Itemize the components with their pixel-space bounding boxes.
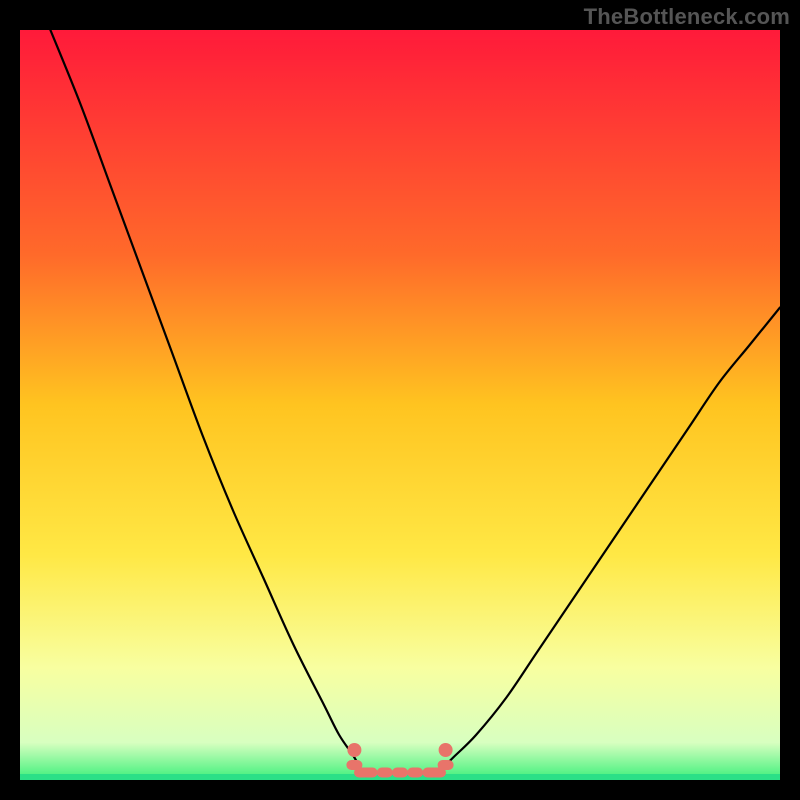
plot-area [20, 30, 780, 780]
floor-marker [362, 768, 378, 778]
chart-frame: TheBottleneck.com [0, 0, 800, 800]
floor-marker-cap [439, 743, 453, 757]
floor-marker [392, 768, 408, 778]
floor-marker [377, 768, 393, 778]
floor-marker [407, 768, 423, 778]
floor-marker [438, 760, 454, 770]
floor-marker-cap [347, 743, 361, 757]
chart-svg [20, 30, 780, 780]
watermark-text: TheBottleneck.com [584, 4, 790, 30]
gradient-background [20, 30, 780, 780]
